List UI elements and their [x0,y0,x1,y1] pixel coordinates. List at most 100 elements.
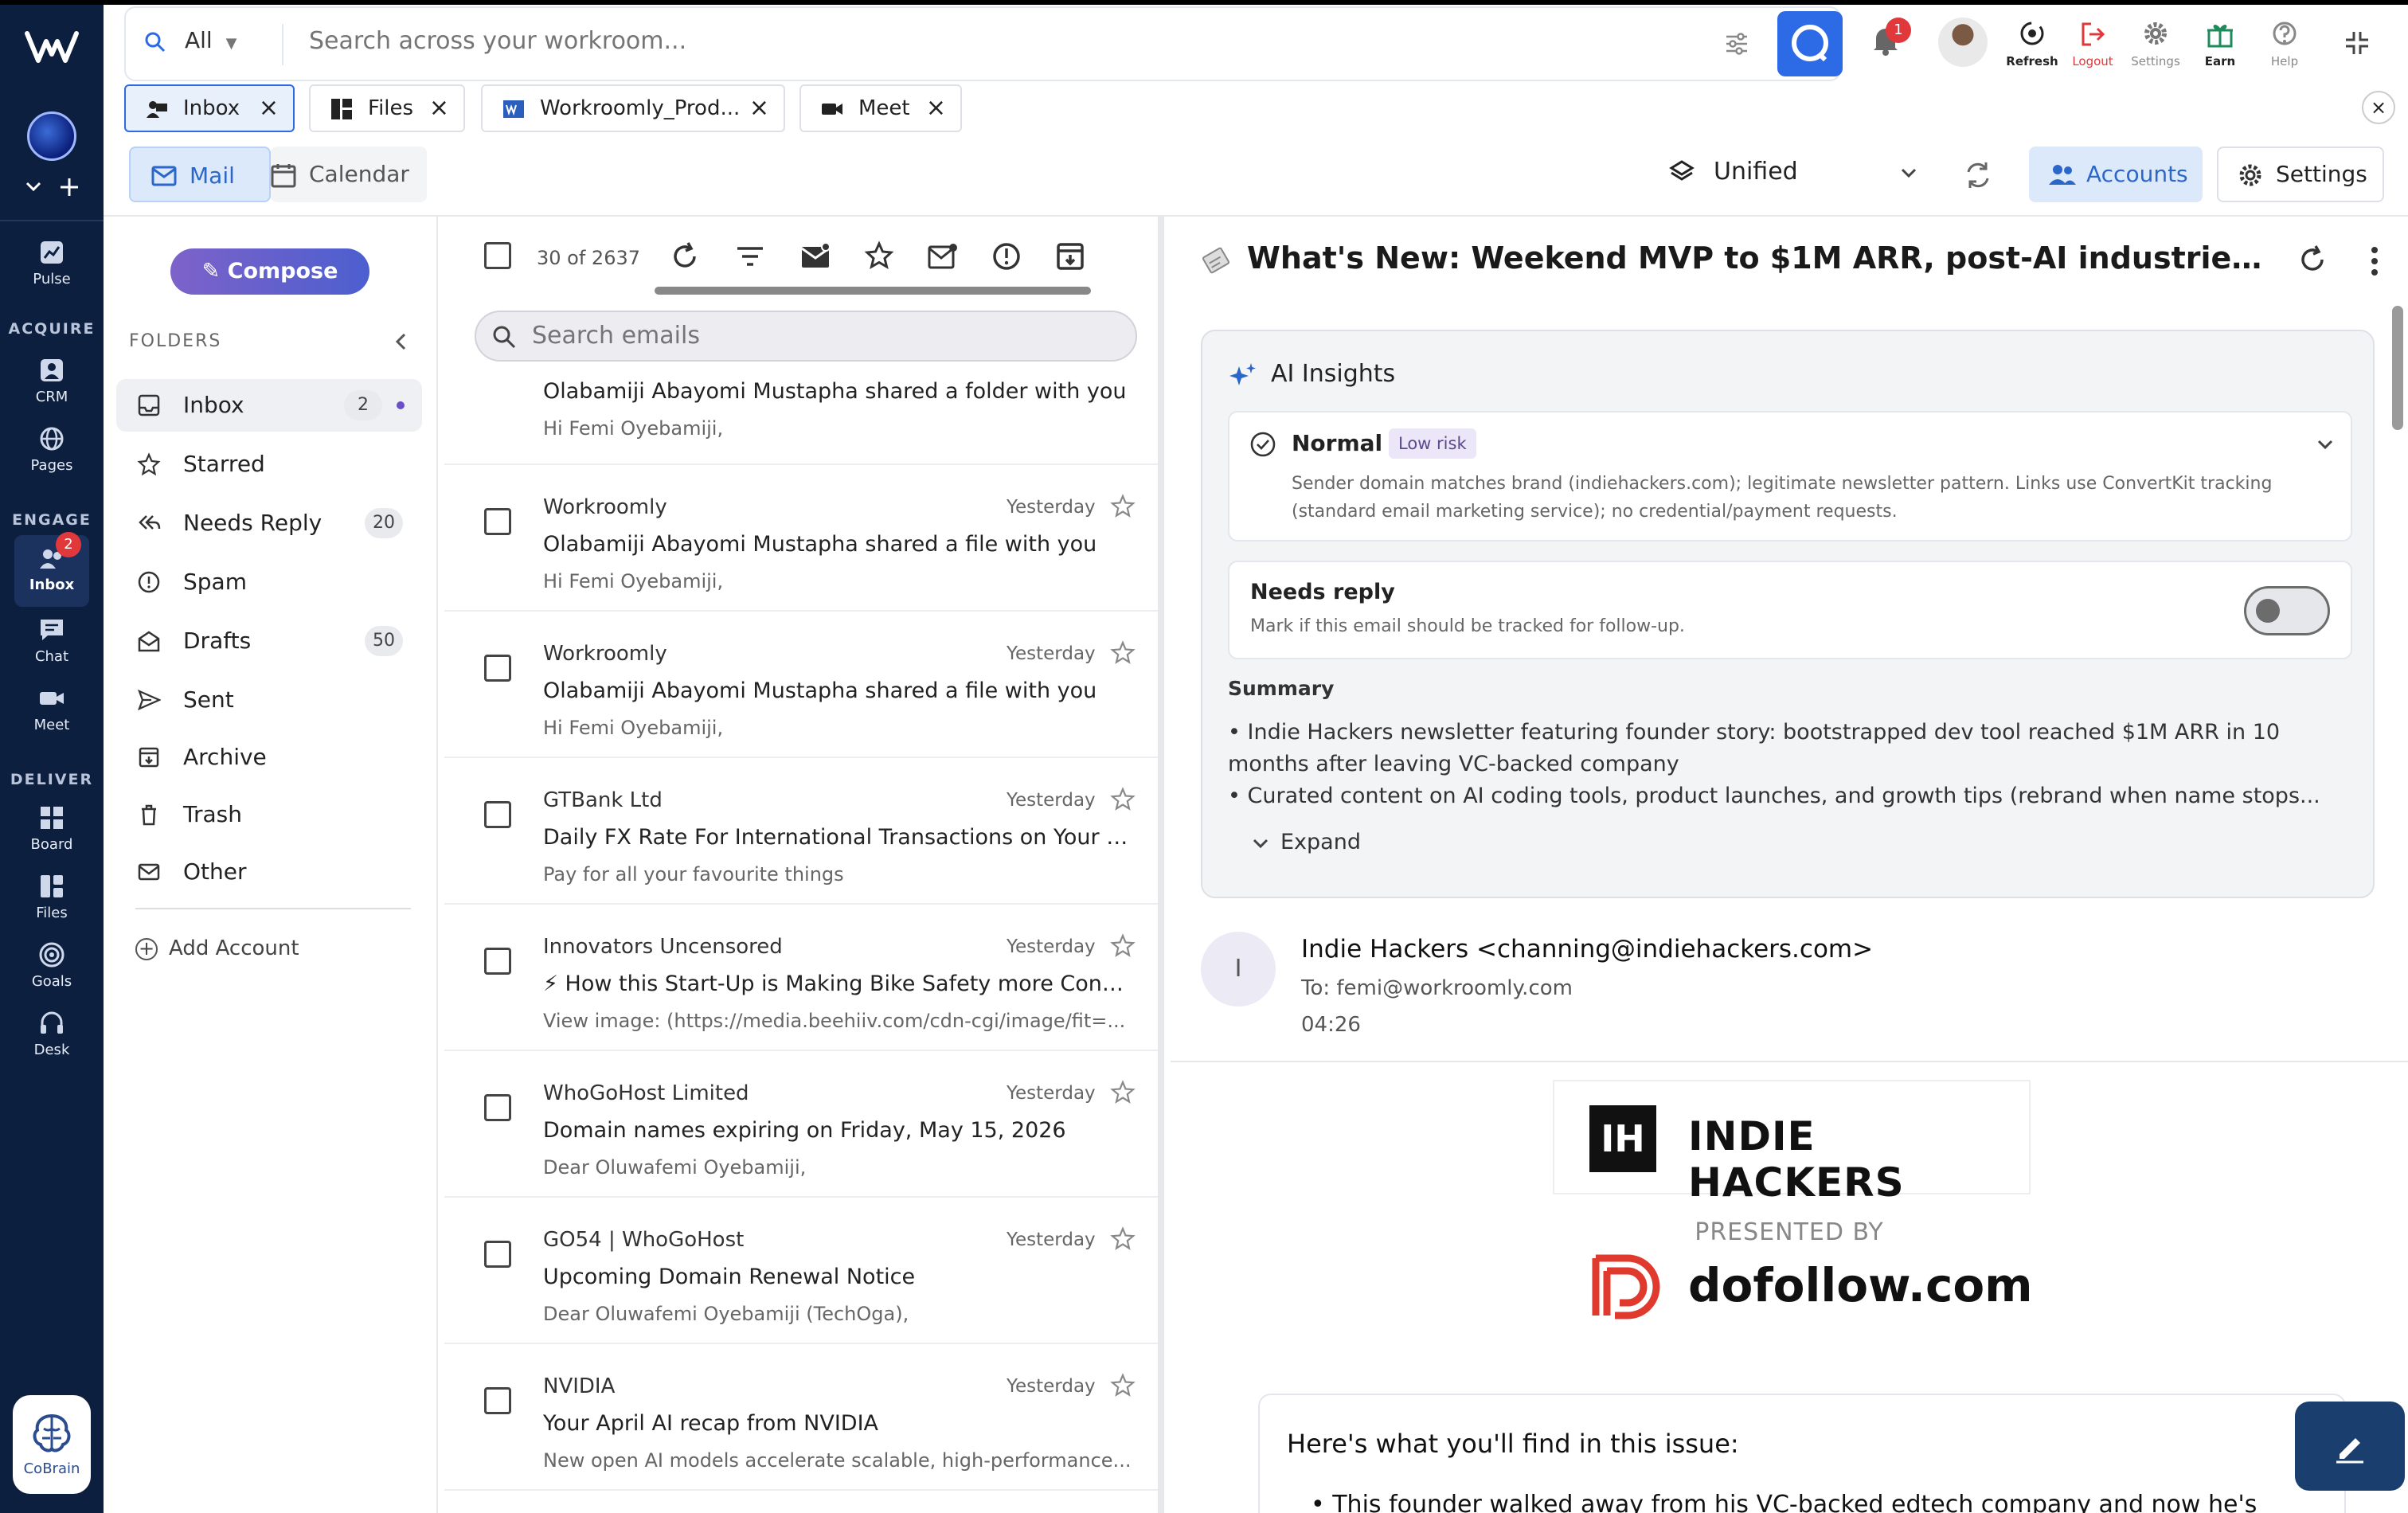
compose-button[interactable]: ✎ Compose [170,248,369,295]
rail-item-chat[interactable]: Chat [0,616,104,665]
word-doc-icon [503,100,524,118]
refresh-icon[interactable] [2297,244,2328,276]
calendar-view-button[interactable]: Calendar [271,147,427,202]
star-icon[interactable] [1110,787,1136,812]
star-icon[interactable] [1110,494,1136,519]
indie-hackers-logo[interactable]: IH INDIE HACKERS [1553,1080,2031,1206]
star-icon[interactable] [863,240,895,272]
tab-files[interactable]: Files × [309,84,465,132]
refresh-icon[interactable] [669,240,701,272]
chevron-down-icon[interactable] [2316,435,2335,454]
rail-item-board[interactable]: Board [0,804,104,853]
close-icon[interactable]: × [429,86,449,131]
rail-item-files[interactable]: Files [0,873,104,921]
folder-drafts[interactable]: Drafts 50 [116,615,422,667]
email-row[interactable]: GO54 | WhoGoHost Yesterday Upcoming Doma… [444,1198,1158,1344]
rail-section-deliver: DELIVER [10,771,94,788]
star-icon[interactable] [1110,640,1136,666]
rail-item-pages[interactable]: Pages [0,425,104,474]
help-circle-icon [2267,18,2302,53]
refresh-button[interactable]: Refresh [2003,18,2061,68]
search-go-button[interactable] [1777,11,1843,76]
folder-starred[interactable]: Starred [116,438,422,491]
email-row[interactable]: WhoGoHost Limited Yesterday Domain names… [444,1051,1158,1198]
row-checkbox[interactable] [484,1094,511,1121]
rail-item-inbox[interactable]: 2 Inbox [14,532,89,607]
folder-archive[interactable]: Archive [116,731,422,784]
more-vertical-icon[interactable] [2368,245,2381,277]
expand-summary-button[interactable]: Expand [1252,830,1361,854]
toolbar-scrollbar[interactable] [655,287,1091,295]
collapse-folders-icon[interactable] [393,331,409,352]
email-row[interactable]: Innovators Uncensored Yesterday ⚡ How th… [444,905,1158,1051]
mail-settings-button[interactable]: Settings [2217,147,2384,202]
folder-sent[interactable]: Sent [116,674,422,726]
email-row-partial[interactable]: Olabamiji Abayomi Mustapha shared a fold… [444,368,1158,465]
email-row[interactable]: GTBank Ltd Yesterday Daily FX Rate For I… [444,758,1158,905]
left-rail: Pulse ACQUIRE CRM Pages ENGAGE 2 Inbox C… [0,0,2408,1513]
folder-trash[interactable]: Trash [116,788,422,841]
rail-item-goals[interactable]: Goals [0,941,104,990]
notifications-button[interactable]: 1 [1868,18,1911,57]
rail-item-desk[interactable]: Desk [0,1010,104,1058]
search-scope-select[interactable]: All ▼ [185,27,236,53]
mark-read-icon[interactable] [799,240,831,272]
compose-fab-button[interactable] [2295,1402,2405,1491]
folder-needs-reply[interactable]: Needs Reply 20 [116,497,422,549]
email-row[interactable]: Workroomly Yesterday Olabamiji Abayomi M… [444,612,1158,758]
mark-unread-icon[interactable] [927,240,959,272]
risk-assessment[interactable]: Normal Low risk Sender domain matches br… [1228,411,2352,541]
row-checkbox[interactable] [484,1387,511,1414]
sync-button[interactable] [1962,159,1994,191]
rail-item-meet[interactable]: Meet [0,685,104,733]
folder-other[interactable]: Other [116,846,422,898]
email-search-input[interactable] [532,322,1089,350]
row-checkbox[interactable] [484,655,511,682]
global-search-input[interactable] [309,27,1503,55]
logout-button[interactable]: Logout [2064,18,2121,68]
folder-inbox[interactable]: Inbox 2 [116,379,422,432]
chevron-down-icon[interactable] [24,177,43,196]
star-icon[interactable] [1110,1373,1136,1398]
reader-scrollbar[interactable] [2392,306,2403,430]
workspace-avatar[interactable] [27,111,76,161]
archive-icon[interactable] [1054,240,1086,272]
email-row[interactable]: Workroomly Yesterday Olabamiji Abayomi M… [444,465,1158,612]
tab-meet[interactable]: Meet × [799,84,962,132]
filter-icon[interactable] [734,240,766,272]
close-icon[interactable]: × [749,86,769,131]
settings-top-button[interactable]: Settings [2125,18,2187,68]
needs-reply-toggle[interactable] [2244,586,2330,635]
dofollow-logo[interactable]: dofollow.com [1588,1247,2033,1327]
accounts-button[interactable]: Accounts [2029,147,2203,202]
row-checkbox[interactable] [484,801,511,828]
close-all-tabs-button[interactable]: × [2362,91,2395,124]
tab-inbox[interactable]: Inbox × [124,84,295,132]
star-icon[interactable] [1110,1226,1136,1252]
folder-count: 2 [344,390,382,420]
alert-icon[interactable] [991,240,1022,272]
mail-view-button[interactable]: Mail [129,147,271,202]
tab-document[interactable]: Workroomly_Prod... × [481,84,785,132]
workroomly-logo[interactable] [24,27,80,67]
email-row[interactable]: NVIDIA Yesterday Your April AI recap fro… [444,1344,1158,1491]
add-account-button[interactable]: + Add Account [135,936,299,960]
star-icon[interactable] [1110,1080,1136,1105]
rail-item-pulse[interactable]: Pulse [0,239,104,287]
close-icon[interactable]: × [926,86,946,131]
rail-item-crm[interactable]: CRM [0,357,104,405]
cobrain-button[interactable]: CoBrain [13,1395,91,1494]
sliders-icon[interactable] [1723,30,1750,57]
select-all-checkbox[interactable] [484,242,511,269]
row-checkbox[interactable] [484,508,511,535]
plus-icon[interactable] [59,177,80,197]
row-checkbox[interactable] [484,1241,511,1268]
star-icon[interactable] [1110,933,1136,959]
earn-button[interactable]: Earn [2191,18,2249,68]
row-checkbox[interactable] [484,948,511,975]
help-button[interactable]: Help [2258,18,2311,68]
close-icon[interactable]: × [259,86,279,131]
collapse-icon[interactable] [2341,27,2373,59]
folder-spam[interactable]: Spam [116,556,422,608]
user-avatar[interactable] [1938,18,1988,67]
